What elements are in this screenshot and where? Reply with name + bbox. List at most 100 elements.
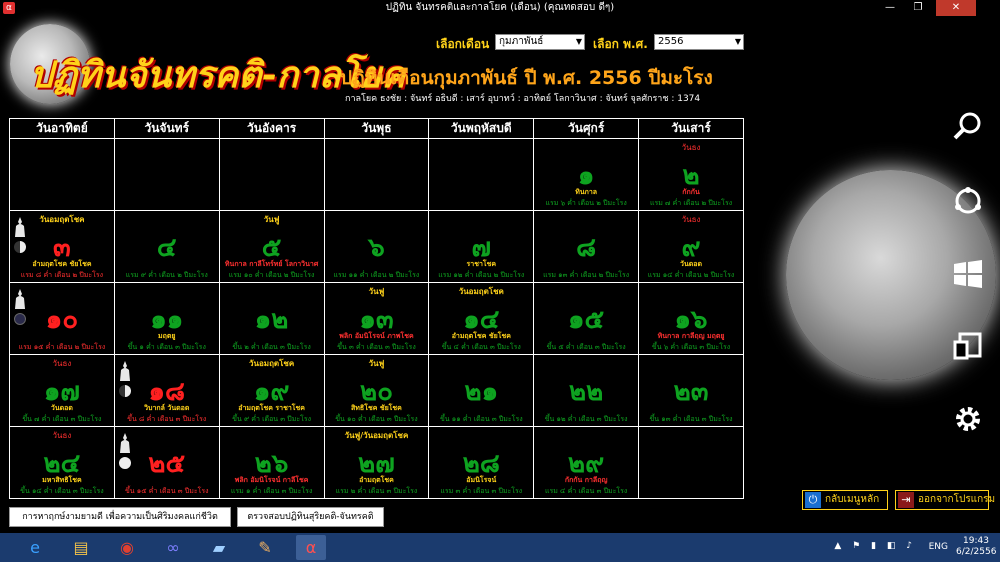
day-top-label: วันฟู/วันอมฤตโชค [344, 431, 409, 440]
app-book-icon[interactable]: ▰ [204, 535, 234, 560]
chevron-down-icon: ▼ [734, 37, 741, 46]
weekday-header: วันศุกร์ [533, 118, 640, 139]
calendar-day-cell[interactable]: วันฟู/วันอมฤตโชค ๒๗ อำมฤตโชค แรม ๒ ค่ำ เดือ… [323, 426, 430, 499]
day-top-label: วันฟู [368, 287, 385, 296]
day-note: วันดอด [680, 260, 703, 268]
calendar-day-cell[interactable]: ๑๕ ขึ้น ๕ ค่ำ เดือน ๓ ปีมะโรง [533, 282, 640, 355]
year-select-label: เลือก พ.ศ. [593, 37, 648, 51]
weekday-header: วันอังคาร [218, 118, 325, 139]
day-top-label: วันอมฤตโชค [249, 359, 295, 368]
lunar-date: แรม ๗ ค่ำ เดือน ๒ ปีมะโรง [649, 199, 733, 207]
calendar-day-cell[interactable]: วันฟู๕ทินกาล กาลีโทร์ทย์ โลกาวินาศ แรม ๑๐… [218, 210, 325, 283]
calendar-day-cell[interactable]: ๑๑ มฤตยู ขึ้น ๑ ค่ำ เดือน ๓ ปีมะโรง [113, 282, 220, 355]
lunar-date: ขึ้น ๑๔ ค่ำ เดือน ๓ ปีมะโรง [20, 487, 104, 495]
share-icon[interactable] [948, 185, 988, 225]
calendar-day-cell[interactable]: วันอมฤตโชค ๑๙ อำมฤตโชค ราชาโชค ขึ้น ๙ ค่ำ เ… [218, 354, 325, 427]
calendar-day-cell[interactable]: วันธง ๑๗ วันดอด ขึ้น ๗ ค่ำ เดือน ๓ ปีมะโรง [9, 354, 115, 427]
calendar-app-icon[interactable]: α [296, 535, 326, 560]
clock-date: 6/2/2556 [956, 547, 997, 557]
calendar-day-cell[interactable]: วันธง ๒๔ มหาสิทธิโชค ขึ้น ๑๔ ค่ำ เดือน ๓ ปี… [9, 426, 115, 499]
paint-icon[interactable]: ✎ [250, 535, 280, 560]
calendar-day-cell[interactable]: ๒๒ ขึ้น ๑๒ ค่ำ เดือน ๓ ปีมะโรง [533, 354, 640, 427]
minimize-button[interactable]: — [876, 0, 904, 16]
calendar-day-cell[interactable]: ๑๘ วิบากล์ วันดอด ขึ้น ๘ ค่ำ เดือน ๓ ปีมะโ… [113, 354, 220, 427]
day-note: วิบากล์ วันดอด [144, 404, 190, 412]
day-note: อำมฤตโชค ราชาโชค [238, 404, 305, 412]
calendar-day-cell[interactable]: วันธง๙วันดอด แรม ๑๔ ค่ำ เดือน ๒ ปีมะโรง [638, 210, 744, 283]
weekday-header: วันจันทร์ [113, 118, 220, 139]
day-note: วันดอด [50, 404, 73, 412]
calendar-empty-cell [9, 138, 115, 211]
clock-time: 19:43 [963, 536, 989, 546]
check-calendar-button[interactable]: ตรวจสอบปฏิทินสุริยคติ-จันทรคติ [237, 507, 384, 527]
calendar-day-cell[interactable]: วันอมฤตโชค ๑๔ อำมฤตโชค ชัยโชค ขึ้น ๔ ค่ำ เด… [428, 282, 535, 355]
calendar-day-cell[interactable]: ๖แรม ๑๑ ค่ำ เดือน ๒ ปีมะโรง [323, 210, 430, 283]
calendar-day-cell[interactable]: ๑๐ แรม ๑๕ ค่ำ เดือน ๒ ปีมะโรง [9, 282, 115, 355]
day-note: พลิก อัมนิโรจน์ กาลีโชค [234, 476, 309, 484]
lunar-date: แรม ๑๒ ค่ำ เดือน ๒ ปีมะโรง [438, 271, 525, 279]
year-select-value: 2556 [658, 36, 684, 47]
lunar-date: แรม ๑๓ ค่ำ เดือน ๒ ปีมะโรง [543, 271, 630, 279]
input-language[interactable]: ENG [929, 542, 948, 552]
day-number: ๒๓ [673, 377, 709, 407]
day-note: สิทธิโชค ชัยโชค [351, 404, 402, 412]
weekday-header: วันเสาร์ [638, 118, 744, 139]
lunar-date: ขึ้น ๔ ค่ำ เดือน ๓ ปีมะโรง [441, 343, 521, 351]
calendar-day-cell[interactable]: ๒๘ อัมนิโรจน์ แรม ๓ ค่ำ เดือน ๓ ปีมะโรง [428, 426, 535, 499]
day-number: ๔ [156, 233, 177, 263]
calendar-day-cell[interactable]: วันธง๒กักกัน แรม ๗ ค่ำ เดือน ๒ ปีมะโรง [638, 138, 744, 211]
day-note: ทินกาล [575, 188, 598, 196]
day-note: พลิก อัมนิโรจน์ ภาพโชค [339, 332, 414, 340]
devices-icon[interactable] [948, 330, 988, 370]
tray-icons[interactable]: ▲ ⚑ ▮ ◧ ♪ [834, 541, 916, 551]
app-infinity-icon[interactable]: ∞ [158, 535, 188, 560]
month-select[interactable]: กุมภาพันธ์ ▼ [495, 34, 585, 50]
calendar-grid: วันอาทิตย์ วันจันทร์ วันอังคาร วันพุธ วันพฤห… [9, 118, 744, 499]
ie-icon[interactable]: e [20, 535, 50, 560]
calendar-day-cell[interactable]: ๗ราชาโชค แรม ๑๒ ค่ำ เดือน ๒ ปีมะโรง [428, 210, 535, 283]
search-icon[interactable] [948, 110, 988, 150]
day-note: มหาสิทธิโชค [42, 476, 82, 484]
day-number: ๒๕ [148, 449, 186, 479]
calendar-day-cell[interactable]: วันฟู ๒๐ สิทธิโชค ชัยโชค ขึ้น ๑๐ ค่ำ เดือน … [323, 354, 430, 427]
calendar-day-cell[interactable]: ๑๒ ขึ้น ๒ ค่ำ เดือน ๓ ปีมะโรง [218, 282, 325, 355]
back-to-menu-button[interactable]: ⏻ กลับเมนูหลัก [802, 490, 888, 510]
calendar-day-cell[interactable]: วันฟู ๑๓ พลิก อัมนิโรจน์ ภาพโชค ขึ้น ๓ ค่ำ … [323, 282, 430, 355]
app-logo: ปฏิทินจันทรคติ-กาลโยค [8, 22, 405, 112]
maximize-button[interactable]: ❐ [904, 0, 932, 16]
lunar-date: ขึ้น ๕ ค่ำ เดือน ๓ ปีมะโรง [546, 343, 626, 351]
calendar-day-cell[interactable]: ๒๙ กักกัน กาลีฤญ แรม ๔ ค่ำ เดือน ๓ ปีมะโรง [533, 426, 640, 499]
calendar-day-cell[interactable]: ๒๖ พลิก อัมนิโรจน์ กาลีโชค แรม ๑ ค่ำ เดือน… [218, 426, 325, 499]
day-top-label: วันฟู [368, 359, 385, 368]
clock[interactable]: 19:43 6/2/2556 [956, 536, 996, 558]
lunar-date: ขึ้น ๗ ค่ำ เดือน ๓ ปีมะโรง [22, 415, 102, 423]
lunar-date: ขึ้น ๑๓ ค่ำ เดือน ๓ ปีมะโรง [649, 415, 733, 423]
page-subtitle: กาลโยค ธงชัย : จันทร์ อธิบดี : เสาร์ อุบ… [345, 94, 701, 104]
start-icon[interactable] [948, 258, 988, 298]
app-icon: α [3, 2, 15, 14]
calendar-day-cell[interactable]: ๒๓ขึ้น ๑๓ ค่ำ เดือน ๓ ปีมะโรง [638, 354, 744, 427]
settings-icon[interactable] [948, 403, 988, 443]
calendar-empty-cell [638, 426, 744, 499]
find-auspicious-button[interactable]: การหาฤกษ์งามยามดี เพื่อความเป็นศิริมงคลแ… [9, 507, 231, 527]
calendar-day-cell[interactable]: วันอมฤตโชค๓อำมฤตโชค ชัยโชค แรม ๘ ค่ำ เดือ… [9, 210, 115, 283]
calendar-day-cell[interactable]: ๒๑ ขึ้น ๑๑ ค่ำ เดือน ๓ ปีมะโรง [428, 354, 535, 427]
lunar-date: ขึ้น ๒ ค่ำ เดือน ๓ ปีมะโรง [232, 343, 311, 351]
calendar-day-cell[interactable]: ๘แรม ๑๓ ค่ำ เดือน ๒ ปีมะโรง [533, 210, 640, 283]
lunar-date: แรม ๘ ค่ำ เดือน ๒ ปีมะโรง [20, 271, 104, 279]
chrome-icon[interactable]: ◉ [112, 535, 142, 560]
calendar-day-cell[interactable]: ๑ทินกาล แรม ๖ ค่ำ เดือน ๒ ปีมะโรง [533, 138, 640, 211]
calendar-day-cell[interactable]: ๒๕ ขึ้น ๑๕ ค่ำ เดือน ๓ ปีมะโรง [113, 426, 220, 499]
page-title: ปฏิทินเดือนกุมภาพันธ์ ปี พ.ศ. 2556 ปีมะโ… [340, 67, 713, 89]
lunar-date: แรม ๑ ค่ำ เดือน ๓ ปีมะโรง [230, 487, 313, 495]
exit-program-button[interactable]: ⇥ ออกจากโปรแกรม [895, 490, 995, 510]
window-title: ปฏิทิน จันทรคติและกาลโยค (เดือน) (คุณทดส… [385, 2, 615, 13]
calendar-day-cell[interactable]: ๑๖ ทินกาล กาลีฤญ มฤตยู ขึ้น ๖ ค่ำ เดือน ๓ … [638, 282, 744, 355]
calendar-day-cell[interactable]: ๔แรม ๙ ค่ำ เดือน ๒ ปีมะโรง [113, 210, 220, 283]
explorer-icon[interactable]: ▤ [66, 535, 96, 560]
lunar-date: แรม ๖ ค่ำ เดือน ๒ ปีมะโรง [545, 199, 627, 207]
calendar-empty-cell [428, 138, 535, 211]
close-button[interactable]: ✕ [936, 0, 976, 16]
exit-program-label: ออกจากโปรแกรม [918, 494, 996, 505]
year-select[interactable]: 2556 ▼ [654, 34, 744, 50]
